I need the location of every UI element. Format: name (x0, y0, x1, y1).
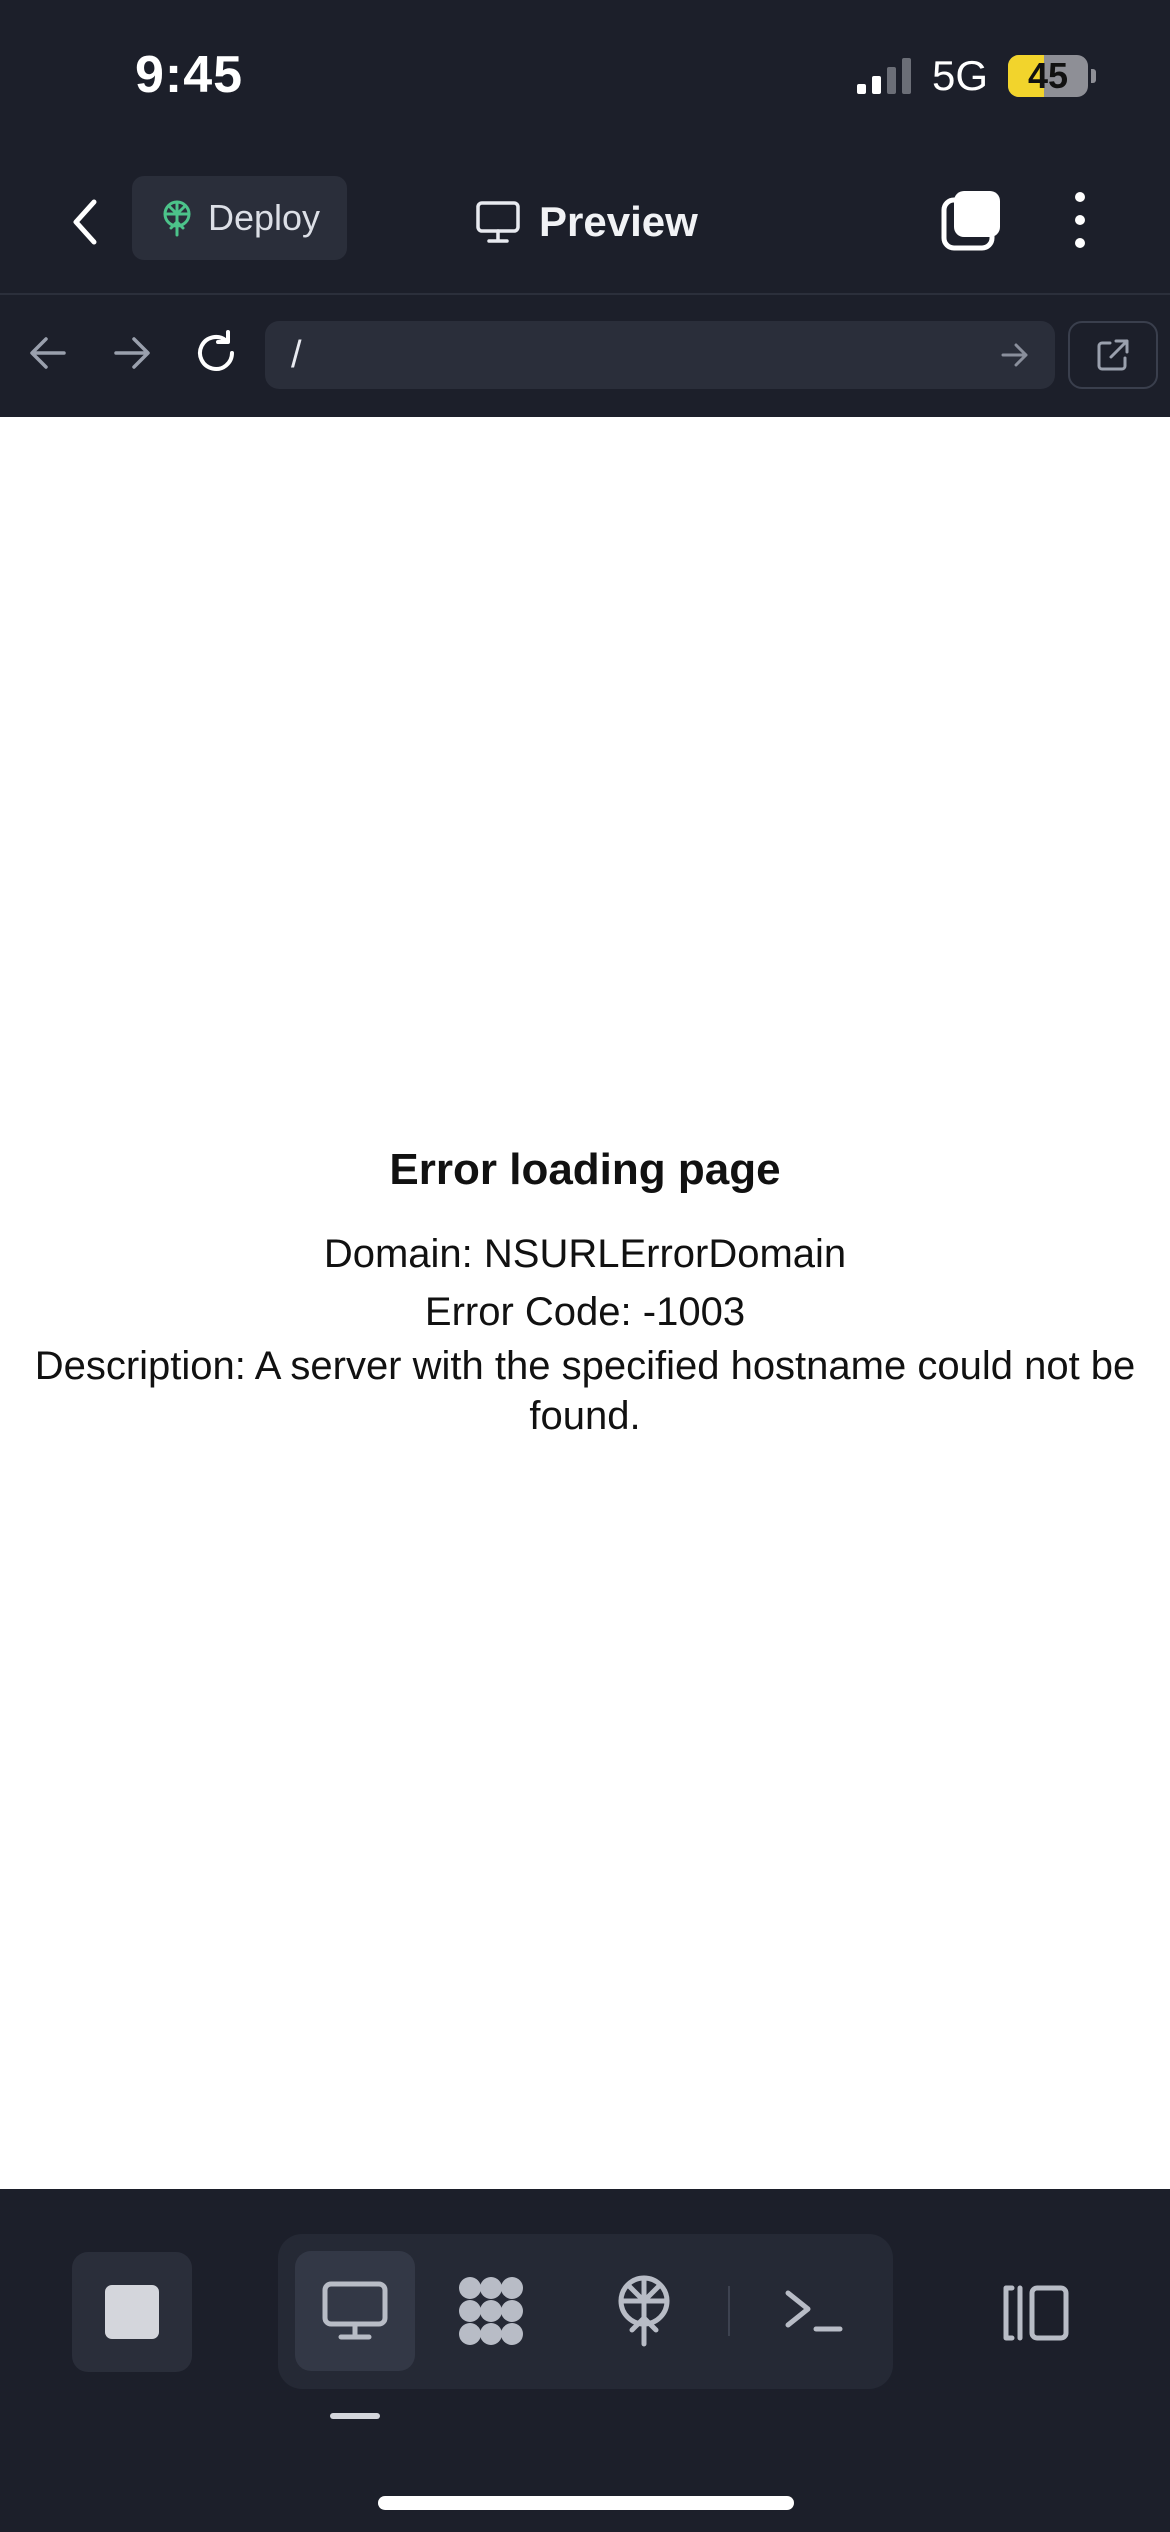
home-indicator[interactable] (378, 2496, 794, 2510)
arrow-left-icon (30, 337, 66, 369)
more-dot (1075, 192, 1085, 202)
terminal-icon (785, 2290, 843, 2332)
tool-deploy[interactable] (584, 2251, 704, 2371)
external-link-icon (1097, 339, 1129, 371)
reload-icon (198, 330, 234, 371)
stop-button[interactable] (72, 2252, 192, 2372)
status-bar: 9:45 5G 45 (0, 0, 1170, 150)
active-tool-indicator (330, 2413, 380, 2419)
battery-cap (1091, 69, 1096, 83)
chevron-left-icon (73, 199, 97, 245)
error-message: Error loading page Domain: NSURLErrorDom… (0, 1145, 1170, 1441)
open-external-button[interactable] (1068, 321, 1158, 389)
page-title-label: Preview (539, 198, 698, 245)
panel-toggle-button[interactable] (1000, 2277, 1072, 2349)
error-domain: Domain: NSURLErrorDomain (323, 1232, 847, 1276)
workflows-icon (459, 2277, 523, 2345)
more-dot (1075, 215, 1085, 225)
top-nav: Deploy Preview (0, 150, 1170, 295)
sidebar-panel-icon (1003, 2285, 1069, 2341)
stop-icon (105, 2285, 159, 2339)
battery-percent: 45 (1027, 55, 1069, 96)
tool-workflows[interactable] (431, 2251, 551, 2371)
go-button[interactable] (993, 333, 1037, 377)
tool-shell[interactable] (753, 2251, 873, 2371)
error-description: Description: A server with the specified… (34, 1344, 1136, 1438)
error-code: Error Code: -1003 (424, 1290, 746, 1334)
browser-toolbar: / (0, 297, 1170, 415)
browser-back-button[interactable] (20, 325, 76, 381)
more-options-button[interactable] (1055, 188, 1105, 252)
arrow-right-icon (1001, 343, 1028, 367)
web-preview[interactable]: Error loading page Domain: NSURLErrorDom… (0, 417, 1170, 2189)
browser-forward-button[interactable] (104, 325, 160, 381)
reload-button[interactable] (188, 325, 244, 381)
tabs-icon[interactable] (940, 188, 1004, 252)
bottom-toolbar (0, 2189, 1170, 2532)
deploy-icon (618, 2275, 670, 2347)
deploy-icon (163, 200, 191, 237)
network-type: 5G (932, 52, 989, 99)
tool-divider (728, 2286, 730, 2336)
arrow-right-icon (114, 337, 150, 369)
battery-icon: 45 (1008, 55, 1088, 97)
tool-preview[interactable] (295, 2251, 415, 2371)
url-input[interactable]: / (265, 321, 1055, 389)
tool-switcher (278, 2234, 893, 2389)
monitor-icon (476, 201, 520, 243)
url-value: / (291, 333, 302, 376)
more-dot (1075, 238, 1085, 248)
deploy-button[interactable]: Deploy (132, 176, 347, 260)
status-time: 9:45 (135, 46, 244, 104)
back-button[interactable] (55, 192, 115, 252)
cellular-signal-icon (857, 58, 911, 94)
page-title: Preview (475, 190, 698, 254)
error-title: Error loading page (389, 1145, 781, 1194)
monitor-icon (322, 2281, 388, 2340)
deploy-label: Deploy (208, 197, 321, 238)
